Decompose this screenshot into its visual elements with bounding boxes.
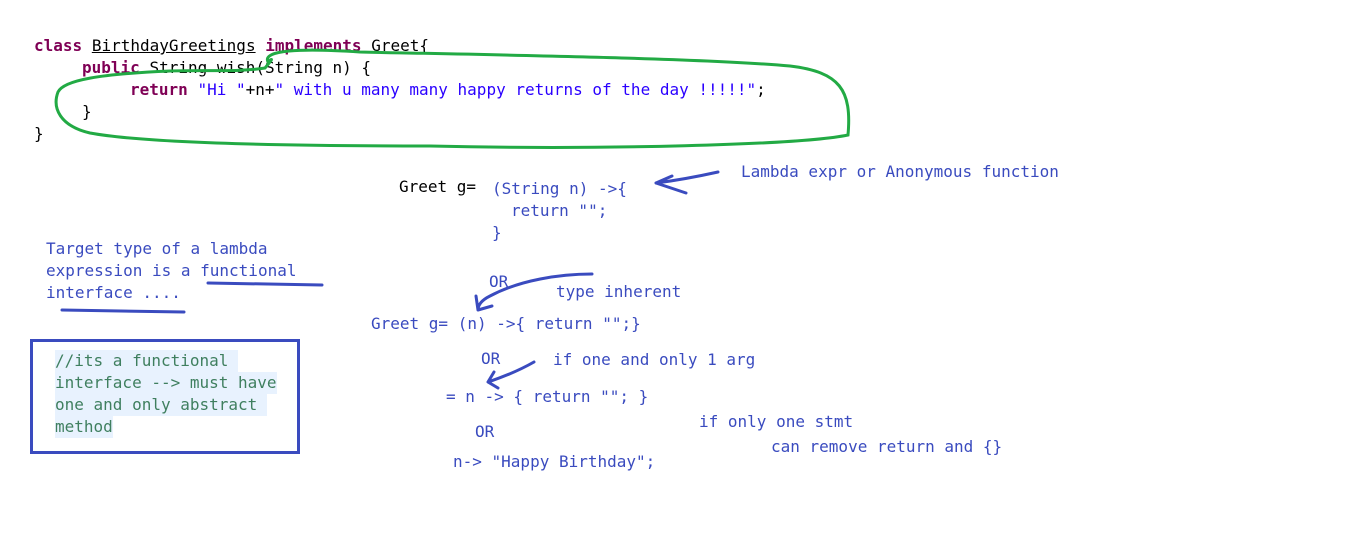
target-type-line2: expression is a functional: [46, 260, 296, 282]
or-label-1: OR: [489, 272, 509, 291]
underline-functional: [206, 281, 324, 287]
lambda-label: Lambda expr or Anonymous function: [741, 162, 1059, 181]
remove-return-label: can remove return and {}: [771, 437, 1003, 456]
comment-line-3: one and only abstract: [55, 394, 267, 416]
target-type-line1: Target type of a lambda: [46, 239, 268, 258]
lambda-return: return "";: [511, 201, 608, 220]
or-label-2: OR: [481, 349, 501, 368]
underline-interface: [60, 308, 186, 314]
final-lambda: n-> "Happy Birthday";: [453, 452, 656, 471]
lambda-head: (String n) ->{: [492, 179, 627, 198]
lambda-close: }: [492, 223, 502, 242]
comment-line-2: interface --> must have: [55, 372, 277, 394]
arrow-lambda-label: [654, 170, 720, 195]
target-type-text: expression is a: [46, 261, 191, 280]
n-arrow-form: = n -> { return ""; }: [446, 387, 649, 406]
target-type-line3: interface ....: [46, 283, 181, 302]
target-type-functional: functional: [200, 261, 297, 280]
comment-line-4: method: [55, 416, 113, 438]
greet-short-form: Greet g= (n) ->{ return "";}: [371, 314, 641, 333]
one-stmt-label: if only one stmt: [699, 412, 854, 431]
greet-declaration: Greet g=: [399, 177, 477, 196]
type-inherent-label: type inherent: [556, 282, 682, 301]
or-label-3: OR: [475, 422, 495, 441]
one-arg-label: if one and only 1 arg: [553, 350, 756, 369]
green-circle-annotation: [54, 48, 851, 149]
comment-line-1: //its a functional: [55, 350, 239, 372]
